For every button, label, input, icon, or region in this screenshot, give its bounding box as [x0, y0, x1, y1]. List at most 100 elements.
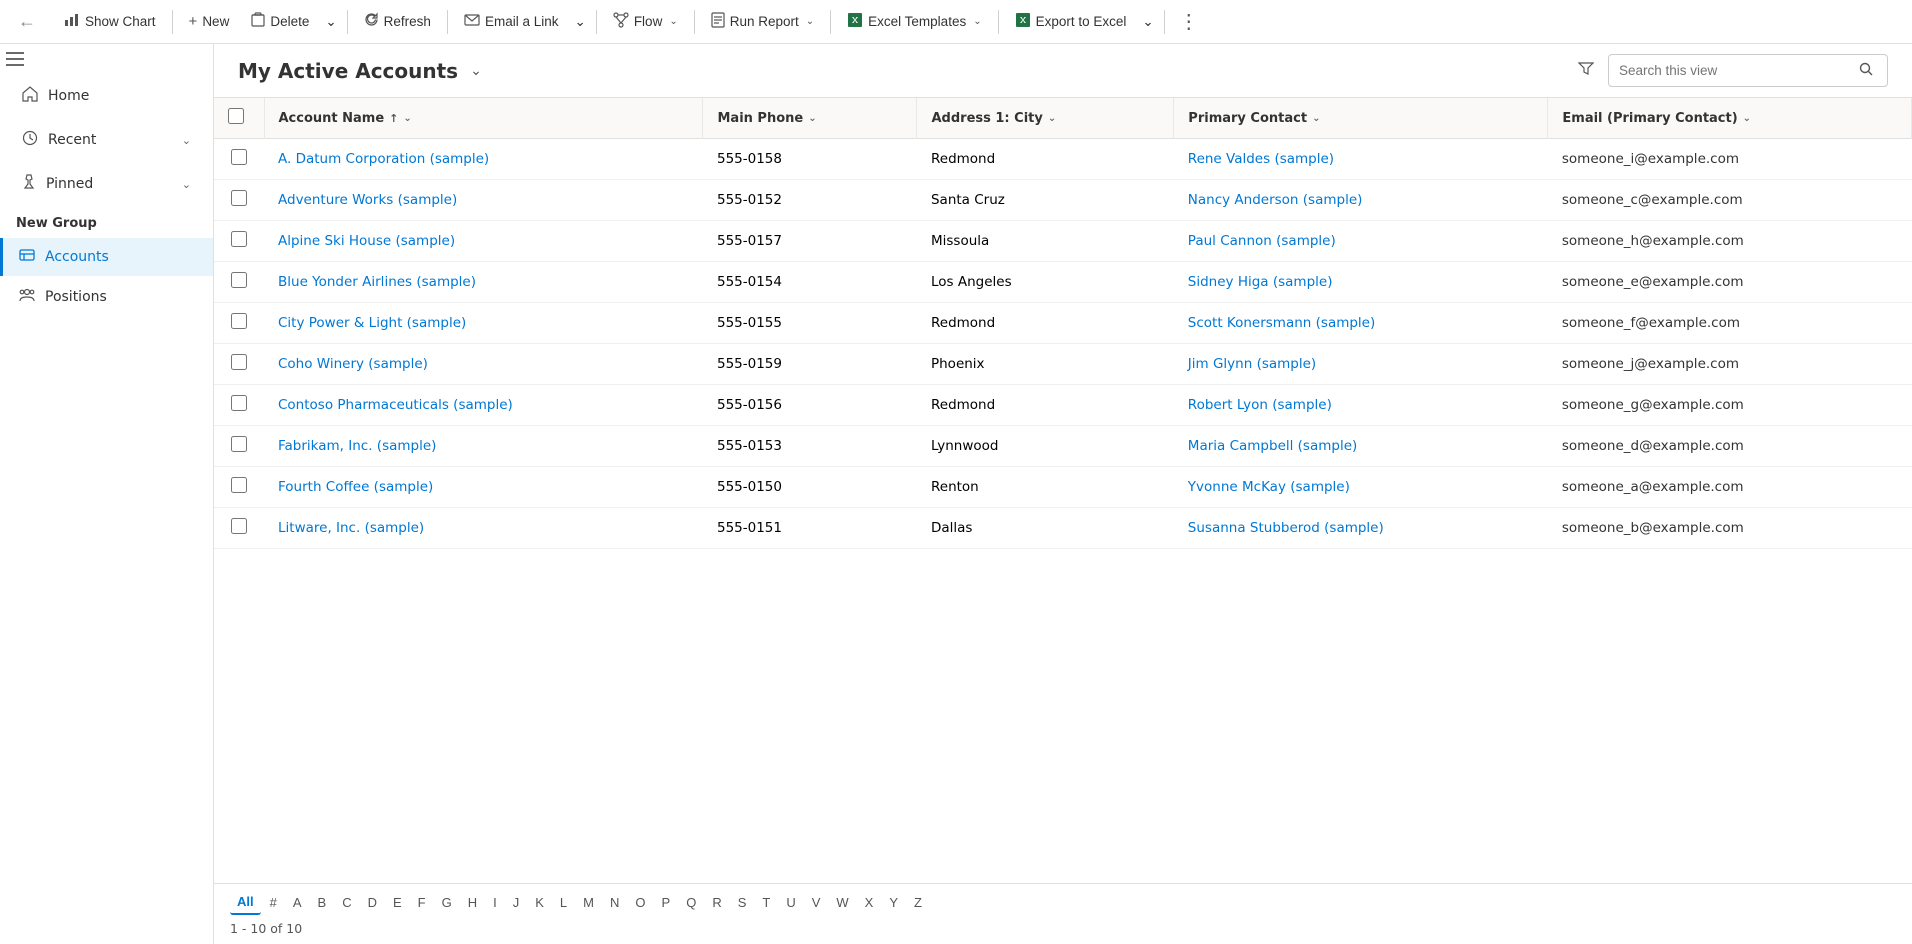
- alpha-btn-r[interactable]: R: [705, 891, 728, 914]
- sidebar-item-recent[interactable]: Recent ⌄: [6, 120, 207, 160]
- alpha-btn-#[interactable]: #: [263, 891, 284, 914]
- row-checkbox-5[interactable]: [231, 354, 247, 370]
- row-check-cell[interactable]: [214, 467, 264, 508]
- alpha-btn-e[interactable]: E: [386, 891, 409, 914]
- alpha-btn-j[interactable]: J: [506, 891, 527, 914]
- alpha-btn-s[interactable]: S: [731, 891, 754, 914]
- row-check-cell[interactable]: [214, 508, 264, 549]
- row-checkbox-8[interactable]: [231, 477, 247, 493]
- sidebar-item-accounts[interactable]: Accounts: [0, 238, 213, 276]
- alpha-btn-z[interactable]: Z: [907, 891, 929, 914]
- alpha-btn-m[interactable]: M: [576, 891, 601, 914]
- cell-primary-contact[interactable]: Maria Campbell (sample): [1174, 426, 1548, 467]
- alpha-btn-c[interactable]: C: [335, 891, 358, 914]
- email-link-chevron[interactable]: ⌄: [571, 8, 590, 36]
- run-report-button[interactable]: Run Report ⌄: [701, 6, 824, 38]
- col-header-main-phone[interactable]: Main Phone ⌄: [703, 98, 917, 139]
- search-input[interactable]: [1619, 63, 1849, 78]
- filter-button[interactable]: [1572, 54, 1600, 87]
- delete-chevron[interactable]: ⌄: [321, 8, 340, 36]
- row-checkbox-1[interactable]: [231, 190, 247, 206]
- alpha-btn-x[interactable]: X: [858, 891, 881, 914]
- alpha-btn-k[interactable]: K: [528, 891, 551, 914]
- cell-account-name[interactable]: A. Datum Corporation (sample): [264, 139, 703, 180]
- row-check-cell[interactable]: [214, 344, 264, 385]
- alpha-btn-l[interactable]: L: [553, 891, 574, 914]
- sidebar-item-home[interactable]: Home: [6, 76, 207, 116]
- alpha-btn-t[interactable]: T: [755, 891, 777, 914]
- row-check-cell[interactable]: [214, 139, 264, 180]
- cell-primary-contact[interactable]: Yvonne McKay (sample): [1174, 467, 1548, 508]
- cell-account-name[interactable]: Contoso Pharmaceuticals (sample): [264, 385, 703, 426]
- new-button[interactable]: + New: [179, 7, 240, 36]
- alpha-btn-y[interactable]: Y: [882, 891, 905, 914]
- row-checkbox-3[interactable]: [231, 272, 247, 288]
- alpha-btn-b[interactable]: B: [311, 891, 334, 914]
- row-check-cell[interactable]: [214, 221, 264, 262]
- cell-account-name[interactable]: City Power & Light (sample): [264, 303, 703, 344]
- back-button[interactable]: ←: [8, 5, 46, 38]
- alpha-btn-p[interactable]: P: [655, 891, 678, 914]
- alpha-btn-f[interactable]: F: [411, 891, 433, 914]
- row-checkbox-4[interactable]: [231, 313, 247, 329]
- row-checkbox-7[interactable]: [231, 436, 247, 452]
- col-header-primary-contact[interactable]: Primary Contact ⌄: [1174, 98, 1548, 139]
- cell-account-name[interactable]: Fabrikam, Inc. (sample): [264, 426, 703, 467]
- cell-primary-contact[interactable]: Jim Glynn (sample): [1174, 344, 1548, 385]
- sidebar-item-pinned[interactable]: Pinned ⌄: [6, 164, 207, 204]
- alpha-btn-o[interactable]: O: [628, 891, 652, 914]
- delete-button[interactable]: Delete: [241, 6, 319, 38]
- alpha-btn-all[interactable]: All: [230, 890, 261, 915]
- alpha-btn-g[interactable]: G: [435, 891, 459, 914]
- cell-account-name[interactable]: Alpine Ski House (sample): [264, 221, 703, 262]
- alpha-btn-n[interactable]: N: [603, 891, 626, 914]
- row-checkbox-0[interactable]: [231, 149, 247, 165]
- view-title-chevron-icon[interactable]: ⌄: [470, 63, 482, 79]
- row-check-cell[interactable]: [214, 385, 264, 426]
- col-header-email[interactable]: Email (Primary Contact) ⌄: [1548, 98, 1912, 139]
- flow-button[interactable]: Flow ⌄: [603, 6, 688, 38]
- row-check-cell[interactable]: [214, 262, 264, 303]
- more-options-button[interactable]: ⋮: [1171, 3, 1207, 40]
- cell-primary-contact[interactable]: Susanna Stubberod (sample): [1174, 508, 1548, 549]
- export-chevron[interactable]: ⌄: [1138, 8, 1157, 36]
- search-button[interactable]: [1855, 60, 1877, 81]
- cell-primary-contact[interactable]: Scott Konersmann (sample): [1174, 303, 1548, 344]
- cell-account-name[interactable]: Coho Winery (sample): [264, 344, 703, 385]
- col-header-city[interactable]: Address 1: City ⌄: [917, 98, 1174, 139]
- cell-account-name[interactable]: Blue Yonder Airlines (sample): [264, 262, 703, 303]
- alpha-btn-u[interactable]: U: [779, 891, 802, 914]
- cell-account-name[interactable]: Litware, Inc. (sample): [264, 508, 703, 549]
- alpha-btn-w[interactable]: W: [829, 891, 855, 914]
- sidebar-item-positions[interactable]: Positions: [0, 278, 213, 316]
- refresh-button[interactable]: Refresh: [354, 6, 441, 37]
- export-excel-button[interactable]: Export to Excel: [1005, 6, 1137, 38]
- pin-icon: [22, 174, 36, 194]
- cell-primary-contact[interactable]: Paul Cannon (sample): [1174, 221, 1548, 262]
- alpha-btn-v[interactable]: V: [805, 891, 828, 914]
- row-check-cell[interactable]: [214, 303, 264, 344]
- cell-primary-contact[interactable]: Robert Lyon (sample): [1174, 385, 1548, 426]
- header-checkbox-cell[interactable]: [214, 98, 264, 139]
- alpha-btn-a[interactable]: A: [286, 891, 309, 914]
- row-check-cell[interactable]: [214, 426, 264, 467]
- row-checkbox-6[interactable]: [231, 395, 247, 411]
- alpha-btn-d[interactable]: D: [361, 891, 384, 914]
- row-checkbox-9[interactable]: [231, 518, 247, 534]
- email-link-button[interactable]: Email a Link: [454, 7, 569, 36]
- select-all-checkbox[interactable]: [228, 108, 244, 124]
- col-header-account-name[interactable]: Account Name ↑ ⌄: [264, 98, 703, 139]
- row-checkbox-2[interactable]: [231, 231, 247, 247]
- hamburger-button[interactable]: [0, 44, 213, 74]
- cell-primary-contact[interactable]: Sidney Higa (sample): [1174, 262, 1548, 303]
- excel-templates-button[interactable]: Excel Templates ⌄: [837, 6, 991, 38]
- show-chart-button[interactable]: Show Chart: [54, 6, 166, 38]
- row-check-cell[interactable]: [214, 180, 264, 221]
- cell-primary-contact[interactable]: Rene Valdes (sample): [1174, 139, 1548, 180]
- alpha-btn-i[interactable]: I: [486, 891, 504, 914]
- cell-account-name[interactable]: Fourth Coffee (sample): [264, 467, 703, 508]
- cell-account-name[interactable]: Adventure Works (sample): [264, 180, 703, 221]
- alpha-btn-h[interactable]: H: [461, 891, 484, 914]
- alpha-btn-q[interactable]: Q: [679, 891, 703, 914]
- cell-primary-contact[interactable]: Nancy Anderson (sample): [1174, 180, 1548, 221]
